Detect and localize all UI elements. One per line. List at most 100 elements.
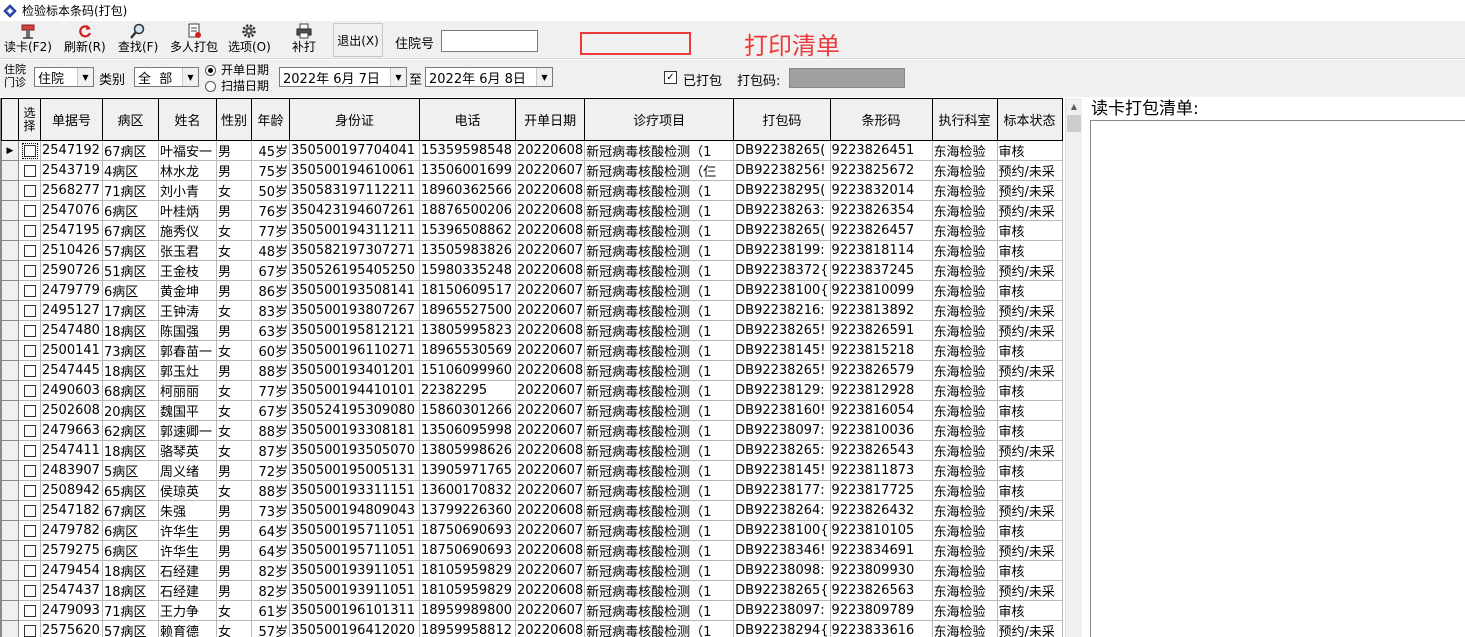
column-header-12[interactable]: 执行科室 <box>931 98 998 141</box>
row-select-checkbox[interactable] <box>23 204 36 217</box>
select-cell[interactable] <box>18 260 41 281</box>
select-cell[interactable] <box>18 200 41 221</box>
select-cell[interactable] <box>18 140 41 161</box>
table-row[interactable]: 2490603 68病区 柯丽丽女 77岁 350500194410101 2238229… <box>1 380 1063 401</box>
select-cell[interactable] <box>18 320 41 341</box>
select-cell[interactable] <box>18 240 41 261</box>
table-row[interactable]: 2495127 17病区 王钟涛女 83岁 350500193807267 1896552… <box>1 300 1063 321</box>
column-header-3[interactable]: 姓名 <box>158 98 217 141</box>
date-from-picker[interactable]: 2022年 6月 7日 ▼ <box>279 67 407 87</box>
table-row[interactable]: 2479093 71病区 王力争女 61岁 350500196101311 1895998… <box>1 600 1063 621</box>
row-select-checkbox[interactable] <box>23 564 36 577</box>
select-cell[interactable] <box>18 440 41 461</box>
grid-vertical-scrollbar[interactable]: ▲ <box>1065 98 1082 637</box>
table-row[interactable]: 2510426 57病区 张玉君女 48岁 350582197307271 1350598… <box>1 240 1063 261</box>
row-select-checkbox[interactable] <box>23 584 36 597</box>
select-cell[interactable] <box>18 360 41 381</box>
table-row[interactable]: 2575620 57病区 赖育德女 57岁 350500196412020 1895995… <box>1 620 1063 637</box>
multi-pack-button[interactable]: 多人打包 <box>170 23 218 57</box>
row-select-checkbox[interactable] <box>23 484 36 497</box>
date-to-picker[interactable]: 2022年 6月 8日 ▼ <box>425 67 553 87</box>
column-header-2[interactable]: 病区 <box>102 98 159 141</box>
select-cell[interactable] <box>18 380 41 401</box>
table-row[interactable]: 2547076 6病区 叶桂炳男 76岁 350423194607261 18876500… <box>1 200 1063 221</box>
row-select-checkbox[interactable] <box>23 164 36 177</box>
column-header-6[interactable]: 身份证 <box>289 98 420 141</box>
table-row[interactable]: 2479782 6病区 许华生男 64岁 350500195711051 18750690… <box>1 520 1063 541</box>
select-cell[interactable] <box>18 620 41 637</box>
patient-type-select[interactable]: 住院 ▼ <box>34 67 94 87</box>
row-select-checkbox[interactable] <box>23 264 36 277</box>
select-cell[interactable] <box>18 400 41 421</box>
options-button[interactable]: 选项(O) <box>228 23 271 57</box>
select-cell[interactable] <box>18 580 41 601</box>
table-row[interactable]: 2502608 20病区 魏国平女 67岁 350524195309080 1586030… <box>1 400 1063 421</box>
row-select-checkbox[interactable] <box>23 184 36 197</box>
table-row[interactable]: 2508942 65病区 侯琼英女 88岁 350500193311151 1360017… <box>1 480 1063 501</box>
packed-checkbox[interactable]: ✓ <box>664 71 677 84</box>
row-select-checkbox[interactable] <box>23 444 36 457</box>
row-select-checkbox[interactable] <box>23 324 36 337</box>
chevron-down-icon[interactable]: ▼ <box>182 68 198 86</box>
table-row[interactable]: 2547437 18病区 石经建男 82岁 350500193911051 1810595… <box>1 580 1063 601</box>
open-date-radio[interactable] <box>205 65 216 76</box>
row-select-checkbox[interactable] <box>23 224 36 237</box>
column-header-10[interactable]: 打包码 <box>733 98 831 141</box>
row-select-checkbox[interactable] <box>23 304 36 317</box>
row-select-checkbox[interactable] <box>23 624 36 637</box>
select-cell[interactable] <box>18 600 41 621</box>
select-cell[interactable] <box>18 540 41 561</box>
scan-date-radio[interactable] <box>205 81 216 92</box>
row-select-checkbox[interactable] <box>23 424 36 437</box>
chevron-down-icon[interactable]: ▼ <box>536 68 552 86</box>
table-row[interactable]: 2547445 18病区 郭玉灶男 88岁 350500193401201 1510609… <box>1 360 1063 381</box>
row-select-checkbox[interactable] <box>23 504 36 517</box>
table-row[interactable]: 2590726 51病区 王金枝男 67岁 350526195405250 1598033… <box>1 260 1063 281</box>
row-select-checkbox[interactable] <box>23 344 36 357</box>
table-row[interactable]: 2579275 6病区 许华生男 64岁 350500195711051 18750690… <box>1 540 1063 561</box>
table-row[interactable]: 2479779 6病区 黄金坤男 86岁 350500193508141 18150609… <box>1 280 1063 301</box>
column-header-9[interactable]: 诊疗项目 <box>584 98 735 141</box>
column-header-7[interactable]: 电话 <box>419 98 516 141</box>
column-header-1[interactable]: 单据号 <box>40 98 103 141</box>
row-select-checkbox[interactable] <box>23 464 36 477</box>
select-cell[interactable] <box>18 340 41 361</box>
read-card-button[interactable]: 读卡(F2) <box>4 23 52 57</box>
reprint-button[interactable]: 补打 <box>292 23 316 57</box>
refresh-button[interactable]: 刷新(R) <box>64 23 106 57</box>
row-select-checkbox[interactable] <box>23 604 36 617</box>
column-header-8[interactable]: 开单日期 <box>514 98 586 141</box>
select-cell[interactable] <box>18 160 41 181</box>
select-cell[interactable] <box>18 300 41 321</box>
select-cell[interactable] <box>18 520 41 541</box>
select-cell[interactable] <box>18 560 41 581</box>
column-header-5[interactable]: 年龄 <box>251 98 290 141</box>
select-cell[interactable] <box>18 180 41 201</box>
inpatient-no-input[interactable] <box>441 30 538 52</box>
table-row[interactable]: 2568277 71病区 刘小青女 50岁 350583197112211 1896036… <box>1 180 1063 201</box>
row-select-checkbox[interactable] <box>23 244 36 257</box>
select-cell[interactable] <box>18 280 41 301</box>
table-row[interactable]: ▶ 2547192 67病区 叶福安一男 45岁 350500197704041 15359… <box>1 140 1063 161</box>
row-select-checkbox[interactable] <box>23 284 36 297</box>
table-row[interactable]: 2547182 67病区 朱强男 73岁 350500194809043 13799226… <box>1 500 1063 521</box>
table-row[interactable]: 2500141 73病区 郭春苗一女 60岁 350500196110271 189655… <box>1 340 1063 361</box>
select-cell[interactable] <box>18 420 41 441</box>
column-header-0[interactable]: 选择 <box>18 98 41 141</box>
table-row[interactable]: 2547195 67病区 施秀仪女 77岁 350500194311211 1539650… <box>1 220 1063 241</box>
table-row[interactable]: 2543719 4病区 林水龙男 75岁 350500194610061 13506001… <box>1 160 1063 181</box>
row-select-checkbox[interactable] <box>23 524 36 537</box>
select-cell[interactable] <box>18 460 41 481</box>
row-select-checkbox[interactable] <box>23 384 36 397</box>
column-header-13[interactable]: 标本状态 <box>996 98 1063 141</box>
select-cell[interactable] <box>18 220 41 241</box>
table-row[interactable]: 2483907 5病区 周义绪男 72岁 350500195005131 13905971… <box>1 460 1063 481</box>
column-header-4[interactable]: 性别 <box>216 98 252 141</box>
select-cell[interactable] <box>18 480 41 501</box>
row-select-checkbox[interactable] <box>21 142 38 159</box>
row-select-checkbox[interactable] <box>23 404 36 417</box>
chevron-down-icon[interactable]: ▼ <box>390 68 406 86</box>
select-cell[interactable] <box>18 500 41 521</box>
scroll-up-icon[interactable]: ▲ <box>1066 98 1082 114</box>
chevron-down-icon[interactable]: ▼ <box>77 68 93 86</box>
